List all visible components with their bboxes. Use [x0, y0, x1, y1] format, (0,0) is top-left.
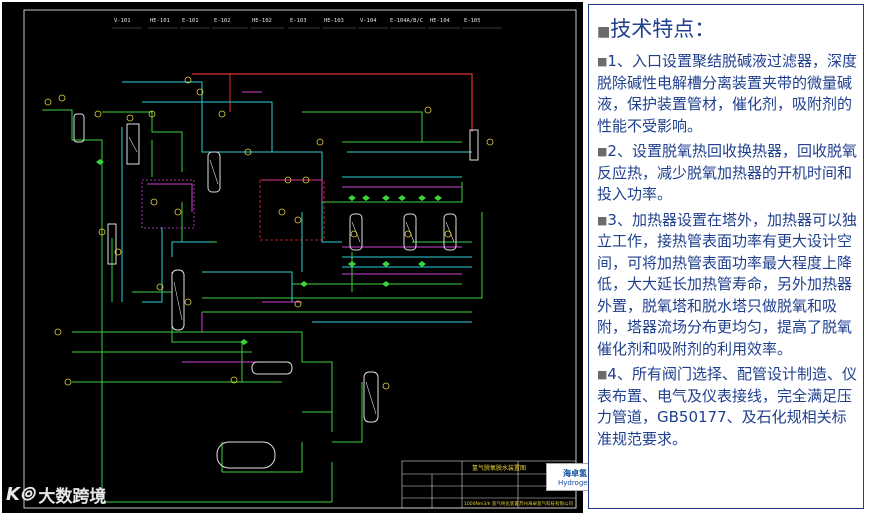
title-block-company: 苏州海卓氢气科技有限公司: [519, 500, 573, 507]
equipment-tag: HE-101: [150, 18, 170, 24]
equipment-labels: V-101 HE-101 E-101 E-102 HE-102 E-103 HE…: [114, 18, 481, 24]
watermark: K⦾ 大数跨境: [6, 482, 106, 507]
equipment-tag: E-104A/B/C: [390, 18, 423, 24]
pid-canvas: V-101 HE-101 E-101 E-102 HE-102 E-103 HE…: [23, 9, 577, 509]
vent-line: [192, 73, 473, 132]
feature-text: 1、入口设置聚结脱碱液过滤器，深度脱除碱性电解槽分离装置夹带的微量碱液，保护装置…: [597, 52, 857, 135]
coalescing-filter: [73, 113, 85, 143]
logo-cn-text: 海卓氢: [563, 468, 587, 478]
drawing-frame: [23, 9, 577, 509]
logo-en-text: Hydrogen: [557, 478, 593, 487]
equipment-tag: V-101: [114, 18, 131, 24]
equipment-tag: HE-104: [430, 18, 451, 24]
bullet-icon: ■: [597, 145, 608, 158]
bullet-icon: ■: [597, 55, 608, 68]
watermark-brand: 大数跨境: [38, 487, 107, 507]
title-block-project: 氢气脱氧脱水装置图: [472, 464, 526, 472]
features-panel: ■技术特点： ■1、入口设置聚结脱碱液过滤器，深度脱除碱性电解槽分离装置夹带的微…: [588, 4, 864, 509]
panel-title-text: 技术特点：: [610, 17, 716, 41]
bullet-icon: ■: [597, 24, 611, 40]
bullet-icon: ■: [597, 213, 608, 227]
feature-point: ■3、加热器设置在塔外，加热器可以独立工作，接热管表面功率有更大设计空间，可将加…: [597, 210, 857, 361]
equipment-tag: E-102: [214, 18, 231, 24]
heat-exchanger: [251, 361, 293, 375]
equipment-tag: HE-103: [324, 18, 344, 24]
feature-text: 3、加热器设置在塔外，加热器可以独立工作，接热管表面功率有更大设计空间，可将加热…: [597, 210, 857, 358]
feature-text: 2、设置脱氧热回收换热器，回收脱氧反应热，减少脱氧加热器的开机时间和投入功率。: [597, 142, 857, 203]
feature-text: 4、所有阀门选择、配管设计制造、仪表布置、电气及仪表接线，完全满足压力管道，GB…: [597, 365, 857, 448]
panel-title: ■技术特点：: [597, 13, 857, 43]
equipment-tag: E-103: [290, 18, 307, 24]
feature-point: ■1、入口设置聚结脱碱液过滤器，深度脱除碱性电解槽分离装置夹带的微量碱液，保护装…: [597, 51, 857, 137]
equipment-tag: HE-102: [252, 18, 272, 24]
equipment-tag: E-105: [464, 18, 481, 24]
watermark-logo-icon: K⦾: [6, 484, 35, 505]
package-boundary: [259, 179, 325, 241]
feature-point: ■4、所有阀门选择、配管设计制造、仪表布置、电气及仪表接线，完全满足压力管道，G…: [597, 364, 857, 450]
equipment-tag: E-101: [182, 18, 199, 24]
feature-point: ■2、设置脱氧热回收换热器，回收脱氧反应热，减少脱氧加热器的开机时间和投入功率。: [597, 141, 857, 206]
pid-drawing: V-101 HE-101 E-101 E-102 HE-102 E-103 HE…: [2, 2, 583, 513]
buffer-tank: [216, 441, 276, 469]
equipment-tag: V-104: [360, 18, 377, 24]
bullet-icon: ■: [597, 368, 608, 381]
title-block-drawing-name: 1000Nm3/h 氢气纯化装置: [464, 500, 519, 507]
